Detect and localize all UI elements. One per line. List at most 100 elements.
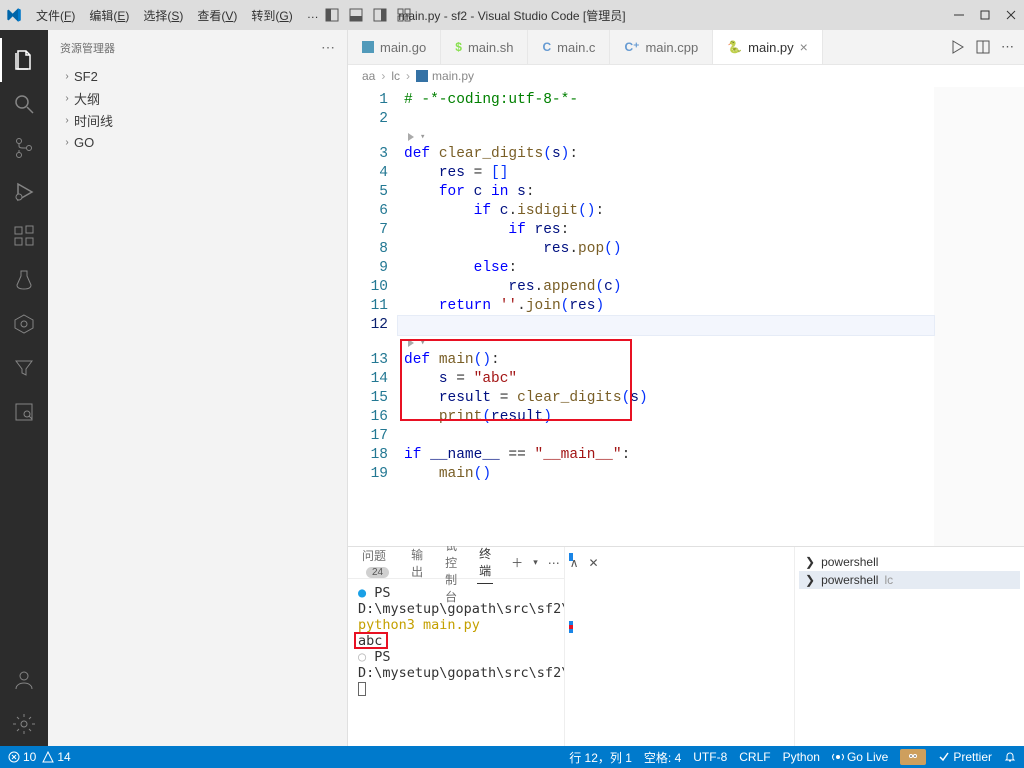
filter-icon[interactable] (0, 346, 48, 390)
split-editor-icon[interactable] (975, 39, 991, 55)
status-errors[interactable]: 10 (8, 750, 36, 764)
vscode-icon (6, 7, 22, 23)
code-line[interactable]: res = [] (398, 164, 934, 183)
explorer-icon[interactable] (0, 38, 48, 82)
layout-sidebar-right-icon[interactable] (373, 8, 387, 22)
minimap[interactable] (934, 87, 1024, 546)
activity-bar (0, 30, 48, 746)
status-warnings[interactable]: 14 (42, 750, 70, 764)
chevron-right-icon: › (60, 93, 74, 104)
window-title: main.py - sf2 - Visual Studio Code [管理员] (398, 7, 625, 24)
status-eol[interactable]: CRLF (739, 750, 770, 764)
breadcrumb[interactable]: aa› lc› main.py (348, 65, 1024, 87)
editor-tab[interactable]: $ main.sh (441, 30, 528, 64)
tab-label: main.py (748, 40, 794, 55)
code-line[interactable] (398, 427, 934, 446)
tab-label: main.cpp (645, 40, 698, 55)
tab-close-icon[interactable]: × (800, 39, 808, 55)
code-line[interactable]: # -*-coding:utf-8-*- (398, 91, 934, 110)
maximize-icon[interactable] (978, 8, 992, 22)
status-notifications-icon[interactable] (1004, 751, 1016, 763)
explorer-more-icon[interactable]: ⋯ (321, 39, 335, 56)
tabnine-icon[interactable] (0, 302, 48, 346)
terminal-list-item[interactable]: ❯powershell lc (799, 571, 1020, 589)
codelens[interactable]: ▾ (398, 129, 934, 145)
code-line[interactable]: if c.isdigit(): (398, 202, 934, 221)
menu-item[interactable]: … (301, 5, 325, 26)
terminal-shell-icon: ❯ (805, 573, 815, 587)
code-line[interactable]: main() (398, 465, 934, 484)
terminal-dropdown-icon[interactable]: ▾ (533, 557, 538, 568)
code-line[interactable]: if res: (398, 221, 934, 240)
sidebar-tree-item[interactable]: › SF2 (54, 65, 341, 87)
tab-label: main.sh (468, 40, 514, 55)
status-spaces[interactable]: 空格: 4 (644, 749, 681, 766)
sidebar-tree-item[interactable]: › GO (54, 131, 341, 153)
run-debug-icon[interactable] (0, 170, 48, 214)
editor-tab[interactable]: main.go (348, 30, 441, 64)
search-icon[interactable] (0, 82, 48, 126)
terminal-list: ❯powershell ❯powershell lc (794, 547, 1024, 746)
editor-tab[interactable]: C⁺ main.cpp (610, 30, 713, 64)
breadcrumb-segment[interactable]: aa (362, 69, 375, 83)
menu-item[interactable]: 文件(F) (30, 5, 81, 26)
code-line[interactable]: else: (398, 259, 934, 278)
menu-item[interactable]: 转到(G) (245, 5, 298, 26)
status-language[interactable]: Python (783, 750, 820, 764)
source-control-icon[interactable] (0, 126, 48, 170)
testing-icon[interactable] (0, 258, 48, 302)
code-line[interactable]: return ''.join(res) (398, 297, 934, 316)
explorer-title: 资源管理器 (60, 40, 115, 56)
panel-tab-terminal[interactable]: 终端 (477, 541, 493, 584)
panel-tab-problems[interactable]: 问题 24 (360, 543, 391, 582)
file-type-icon: C⁺ (624, 40, 639, 54)
terminal-list-item[interactable]: ❯powershell (799, 553, 1020, 571)
preview-icon[interactable] (0, 390, 48, 434)
sidebar-tree-item[interactable]: › 时间线 (54, 109, 341, 131)
code-line[interactable]: res.pop() (398, 240, 934, 259)
breadcrumb-segment[interactable]: lc (391, 69, 400, 83)
status-position[interactable]: 行 12，列 1 (569, 749, 632, 766)
status-encoding[interactable]: UTF-8 (693, 750, 727, 764)
breadcrumb-segment[interactable]: main.py (432, 69, 474, 83)
problems-badge: 24 (366, 567, 389, 578)
sidebar-tree-item[interactable]: › 大纲 (54, 87, 341, 109)
code-line[interactable]: if __name__ == "__main__": (398, 446, 934, 465)
editor-tab[interactable]: 🐍main.py× (713, 30, 823, 64)
code-line[interactable]: for c in s: (398, 183, 934, 202)
minimize-icon[interactable] (952, 8, 966, 22)
accounts-icon[interactable] (0, 658, 48, 702)
chevron-right-icon: › (60, 137, 74, 148)
editor-more-icon[interactable]: ⋯ (1001, 39, 1014, 55)
code-line[interactable]: res.append(c) (398, 278, 934, 297)
menu-item[interactable]: 选择(S) (137, 5, 189, 26)
terminal-shell-icon: ❯ (805, 555, 815, 569)
menu-item[interactable]: 编辑(E) (83, 5, 135, 26)
run-icon[interactable] (949, 39, 965, 55)
title-bar: 文件(F)编辑(E)选择(S)查看(V)转到(G)… main.py - sf2… (0, 0, 1024, 30)
editor-tab[interactable]: Cmain.c (528, 30, 610, 64)
layout-panel-icon[interactable] (349, 8, 363, 22)
code-editor[interactable]: 12345678910111213141516171819 # -*-codin… (348, 87, 1024, 546)
layout-toggle-icon[interactable] (325, 8, 339, 22)
code-line[interactable] (398, 316, 934, 335)
terminal-content[interactable]: ● PS D:\mysetup\gopath\src\sf2\aa\lc> py… (348, 579, 564, 746)
panel-tab-output[interactable]: 输出 (409, 542, 425, 584)
menu-item[interactable]: 查看(V) (191, 5, 243, 26)
code-line[interactable] (398, 110, 934, 129)
code-line[interactable]: def clear_digits(s): (398, 145, 934, 164)
chevron-right-icon: › (60, 115, 74, 126)
status-golive[interactable]: Go Live (832, 750, 888, 764)
extensions-icon[interactable] (0, 214, 48, 258)
terminal-panel: 问题 24 输出 调试控制台 终端 ＋ ▾ ⋯ ∧ ✕ ● PS D:\myse… (348, 546, 1024, 746)
status-gopher-icon[interactable] (900, 749, 926, 765)
tab-label: main.go (380, 40, 426, 55)
settings-gear-icon[interactable] (0, 702, 48, 746)
close-icon[interactable] (1004, 8, 1018, 22)
status-prettier[interactable]: Prettier (938, 750, 992, 764)
panel-more-icon[interactable]: ⋯ (548, 556, 560, 570)
explorer-sidebar: 资源管理器 ⋯ › SF2› 大纲› 时间线› GO (48, 30, 348, 746)
file-type-icon: $ (455, 40, 462, 54)
new-terminal-icon[interactable]: ＋ (511, 554, 523, 571)
chevron-right-icon: › (60, 71, 74, 82)
